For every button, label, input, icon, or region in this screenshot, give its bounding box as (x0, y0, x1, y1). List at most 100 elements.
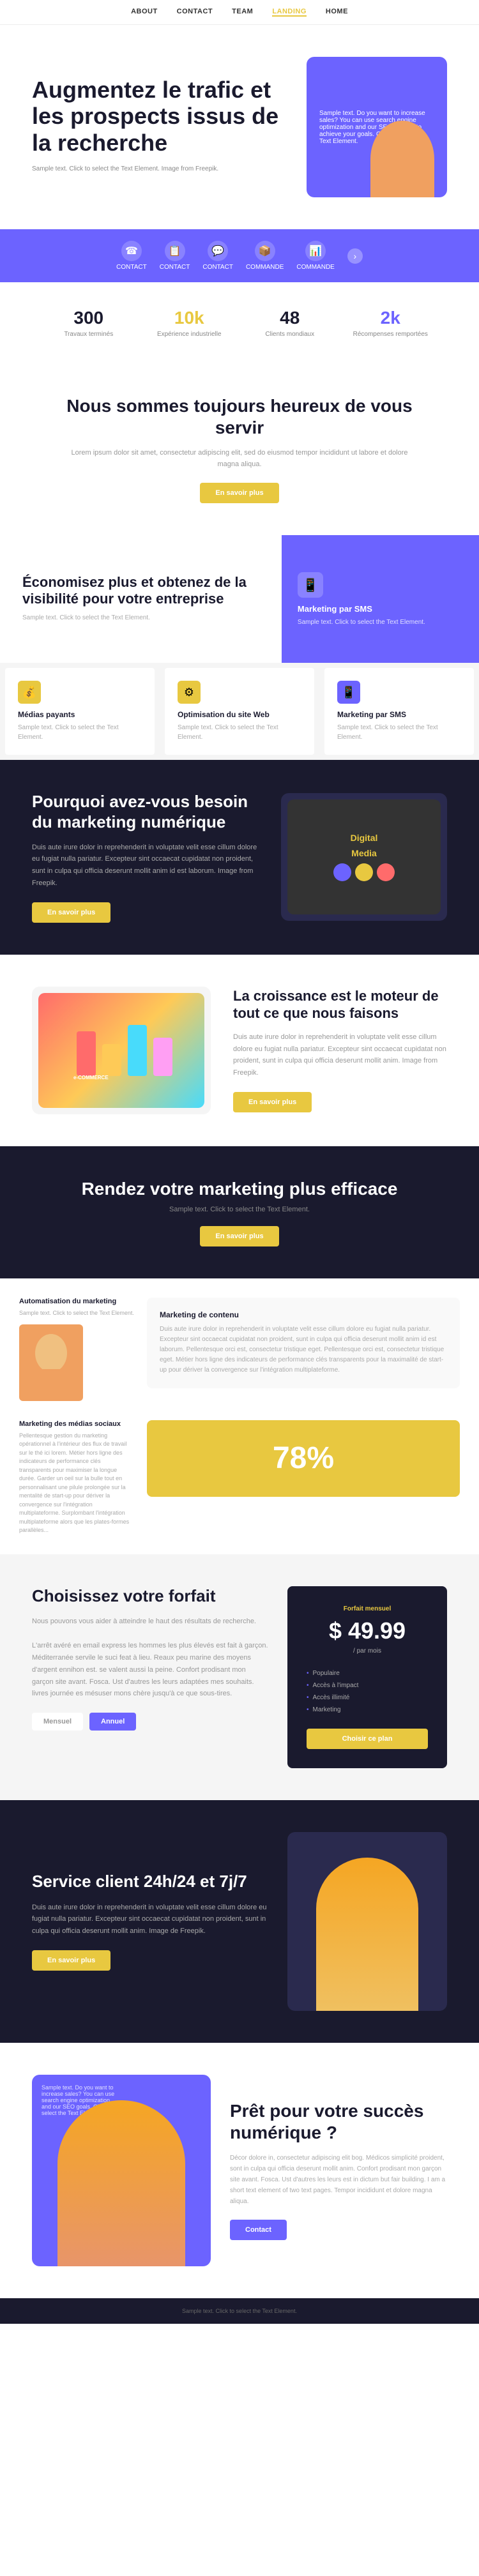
service-right (287, 1832, 447, 2011)
card-title-sms: Marketing par SMS (337, 710, 461, 719)
growth-text: Duis aute irure dolor in reprehenderit i… (233, 1031, 447, 1079)
card-sms: 📱 Marketing par SMS Sample text. Click t… (324, 668, 474, 755)
economy-title: Économisez plus et obtenez de la visibil… (22, 574, 259, 608)
serve-button[interactable]: En savoir plus (200, 483, 278, 503)
price-period: / par mois (307, 1648, 428, 1655)
strip-item-5[interactable]: 📊 COMMANDE (296, 241, 334, 271)
ready-title: Prêt pour votre succès numérique ? (230, 2100, 447, 2143)
economy-section: Économisez plus et obtenez de la visibil… (0, 535, 479, 663)
price-button[interactable]: Choisir ce plan (307, 1729, 428, 1749)
service-person-image (316, 1858, 418, 2011)
nav-about[interactable]: ABOUT (131, 8, 158, 17)
nav-team[interactable]: TEAM (232, 8, 253, 17)
footer-text: Sample text. Click to select the Text El… (182, 2308, 297, 2314)
hero-sample-text: Sample text. Click to select the Text El… (32, 165, 287, 172)
card-icon-optimisation: ⚙ (178, 681, 201, 704)
strip-icon-4: 📦 (255, 241, 275, 261)
stat-travaux: 300 Travaux terminés (38, 308, 139, 338)
stats-section: 300 Travaux terminés 10k Expérience indu… (0, 282, 479, 363)
automation-card-text: Duis aute irure dolor in reprehenderit i… (160, 1324, 447, 1375)
ready-left-card: Sample text. Do you want to increase sal… (32, 2075, 211, 2266)
economy-card-title: Marketing par SMS (298, 604, 463, 614)
serve-text: Lorem ipsum dolor sit amet, consectetur … (64, 448, 415, 470)
card-title-medias: Médias payants (18, 710, 142, 719)
hero-avatar (370, 121, 434, 197)
pricing-title: Choisissez votre forfait (32, 1586, 268, 1606)
hero-title: Augmentez le trafic et les prospects iss… (32, 77, 287, 156)
strip-icon-2: 📋 (165, 241, 185, 261)
card-text-sms: Sample text. Click to select the Text El… (337, 723, 461, 742)
make-marketing-sample: Sample text. Click to select the Text El… (64, 1206, 415, 1213)
strip-label-1: CONTACT (116, 264, 147, 271)
stat-label-experience: Expérience industrielle (139, 331, 240, 338)
ready-person-image (57, 2100, 185, 2266)
svg-text:e-COMMERCE: e-COMMERCE (73, 1075, 109, 1080)
automation-right: Marketing de contenu Duis aute irure dol… (134, 1298, 460, 1401)
pricing-text: Nous pouvons vous aider à atteindre le h… (32, 1616, 268, 1628)
pricing-tabs: Mensuel Annuel (32, 1713, 268, 1731)
economy-left: Économisez plus et obtenez de la visibil… (0, 535, 282, 663)
card-title-optimisation: Optimisation du site Web (178, 710, 301, 719)
percent-box: 78% (147, 1420, 460, 1497)
social-title: Marketing des médias sociaux (19, 1420, 134, 1428)
why-button[interactable]: En savoir plus (32, 902, 110, 923)
make-marketing-section: Rendez votre marketing plus efficace Sam… (0, 1146, 479, 1279)
growth-button[interactable]: En savoir plus (233, 1092, 312, 1112)
navbar: ABOUT CONTACT TEAM LANDING HOME (0, 0, 479, 25)
social-left: Marketing des médias sociaux Pellentesqu… (19, 1420, 134, 1535)
service-button[interactable]: En savoir plus (32, 1950, 110, 1971)
hero-left: Augmentez le trafic et les prospects iss… (32, 77, 307, 178)
service-text: Duis aute irure dolor in reprehenderit i… (32, 1902, 268, 1937)
strip-item-4[interactable]: 📦 COMMANDE (246, 241, 284, 271)
card-icon-sms: 📱 (337, 681, 360, 704)
ready-button[interactable]: Contact (230, 2220, 287, 2240)
automation-section: Automatisation du marketing Sample text.… (0, 1278, 479, 1420)
strip-label-3: CONTACT (202, 264, 233, 271)
strip-item-1[interactable]: ☎ CONTACT (116, 241, 147, 271)
service-section: Service client 24h/24 et 7j/7 Duis aute … (0, 1800, 479, 2043)
strip-arrow[interactable]: › (347, 248, 363, 264)
stat-num-experience: 10k (139, 308, 240, 328)
growth-image: e-COMMERCE (38, 993, 204, 1108)
make-marketing-button[interactable]: En savoir plus (200, 1226, 278, 1246)
growth-right: La croissance est le moteur de tout ce q… (211, 988, 447, 1112)
cards-row: 💰 Médias payants Sample text. Click to s… (0, 663, 479, 760)
serve-title: Nous sommes toujours heureux de vous ser… (64, 395, 415, 438)
digital-text: Digital (351, 833, 378, 843)
stat-num-recompenses: 2k (340, 308, 441, 328)
nav-contact[interactable]: CONTACT (177, 8, 213, 17)
nav-home[interactable]: HOME (326, 8, 348, 17)
why-right: Digital Media (281, 793, 447, 921)
stat-label-clients: Clients mondiaux (240, 331, 340, 338)
make-marketing-title: Rendez votre marketing plus efficace (64, 1178, 415, 1200)
feature-3: Accès illimité (307, 1692, 428, 1704)
automation-card-title: Marketing de contenu (160, 1310, 447, 1319)
nav-landing[interactable]: LANDING (272, 8, 307, 17)
stat-recompenses: 2k Récompenses remportées (340, 308, 441, 338)
feature-4: Marketing (307, 1704, 428, 1716)
automation-text: Sample text. Click to select the Text El… (19, 1309, 134, 1318)
pricing-description: L'arrêt avéré en email express les homme… (32, 1640, 268, 1699)
tab-annual[interactable]: Annuel (89, 1713, 136, 1731)
price-features: Populaire Accès à l'impact Accès illimit… (307, 1667, 428, 1716)
ready-right: Prêt pour votre succès numérique ? Décor… (230, 2100, 447, 2240)
strip-label-2: CONTACT (160, 264, 190, 271)
digital-media-box: Digital Media (287, 799, 441, 914)
social-right: 78% (134, 1420, 460, 1535)
d-icon-2 (355, 863, 373, 881)
automation-left: Automatisation du marketing Sample text.… (19, 1298, 134, 1401)
digital-icons (333, 863, 395, 881)
percent-number: 78% (273, 1441, 334, 1476)
growth-section: e-COMMERCE La croissance est le moteur d… (0, 955, 479, 1146)
economy-right: 📱 Marketing par SMS Sample text. Click t… (282, 535, 479, 663)
tab-monthly[interactable]: Mensuel (32, 1713, 83, 1731)
digital-text2: Media (351, 848, 377, 858)
stat-experience: 10k Expérience industrielle (139, 308, 240, 338)
strip-item-2[interactable]: 📋 CONTACT (160, 241, 190, 271)
stat-num-clients: 48 (240, 308, 340, 328)
footer: Sample text. Click to select the Text El… (0, 2298, 479, 2324)
why-text: Duis aute irure dolor in reprehenderit i… (32, 842, 262, 890)
strip-item-3[interactable]: 💬 CONTACT (202, 241, 233, 271)
social-media-section: Marketing des médias sociaux Pellentesqu… (0, 1420, 479, 1554)
feature-1: Populaire (307, 1667, 428, 1679)
